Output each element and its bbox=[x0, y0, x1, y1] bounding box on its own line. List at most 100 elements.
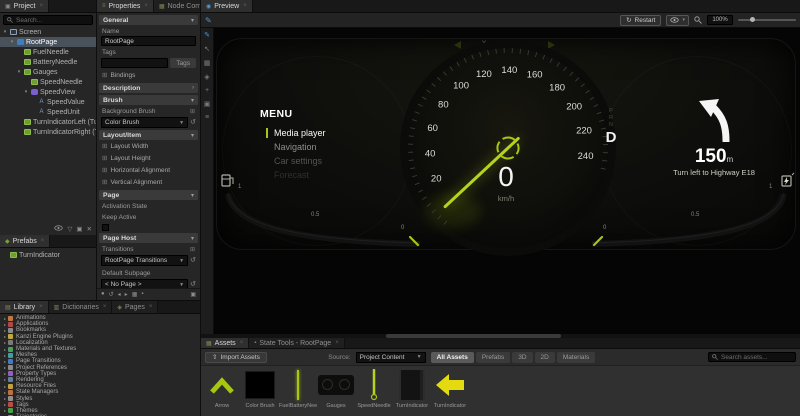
tab-prefabs[interactable]: ◆ Prefabs × bbox=[0, 235, 50, 247]
asset-color-brush[interactable]: Color Brush bbox=[241, 369, 279, 409]
monitor-icon[interactable]: ▣ bbox=[76, 225, 82, 233]
tree-item-turnindicatorright-turnindicator[interactable]: TurnIndicatorRight (TurnIndicator) bbox=[0, 127, 96, 137]
edit-icon[interactable]: ✎ bbox=[204, 31, 210, 39]
import-assets-button[interactable]: ⇧Import Assets bbox=[205, 352, 267, 363]
tree-item-speedunit[interactable]: ASpeedUnit bbox=[0, 107, 96, 117]
layout-row-layout-height[interactable]: ⊞Layout Height bbox=[97, 152, 200, 164]
layout-row-layout-width[interactable]: ⊞Layout Width bbox=[97, 140, 200, 152]
default-subpage-dropdown[interactable]: < No Page >▼ bbox=[101, 279, 188, 288]
zoom-slider-knob[interactable] bbox=[750, 17, 755, 22]
tree-item-speedview[interactable]: ▾SpeedView bbox=[0, 87, 96, 97]
add-binding-icon[interactable]: ⊞ bbox=[102, 166, 107, 174]
tree-item-screen[interactable]: ▾Screen bbox=[0, 27, 96, 37]
close-icon[interactable]: × bbox=[41, 238, 45, 244]
eye-icon[interactable] bbox=[54, 225, 63, 233]
asset-gauges[interactable]: Gauges bbox=[317, 369, 355, 409]
tree-item-fuelneedle[interactable]: FuelNeedle bbox=[0, 47, 96, 57]
close-icon[interactable]: × bbox=[39, 304, 43, 310]
project-search-input[interactable]: Search... bbox=[3, 15, 93, 25]
tree-item-speedneedle[interactable]: SpeedNeedle bbox=[0, 77, 96, 87]
tags-button[interactable]: Tags bbox=[170, 58, 196, 68]
close-icon[interactable]: × bbox=[103, 304, 107, 310]
close-icon[interactable]: × bbox=[243, 3, 247, 9]
filter-icon[interactable]: ▽ bbox=[67, 225, 72, 233]
zoom-slider[interactable] bbox=[738, 19, 796, 21]
filter-materials[interactable]: Materials bbox=[557, 352, 595, 363]
components-icon[interactable]: ◈ bbox=[204, 73, 209, 81]
edit-mode-icon[interactable]: ✎ bbox=[205, 16, 212, 25]
reset-icon[interactable]: ↺ bbox=[190, 119, 196, 126]
expander-icon[interactable]: ▾ bbox=[23, 89, 29, 95]
tab-project[interactable]: ▣ Project × bbox=[0, 0, 49, 12]
close-icon[interactable]: × bbox=[335, 340, 339, 346]
tab-assets[interactable]: ▦Assets× bbox=[201, 338, 249, 348]
tree-item-gauges[interactable]: ▾Gauges bbox=[0, 67, 96, 77]
pin-icon[interactable]: ● bbox=[101, 291, 105, 298]
asset-speedneedle[interactable]: SpeedNeedle bbox=[355, 369, 393, 409]
asset-turnindicator[interactable]: TurnIndicator bbox=[431, 369, 469, 409]
asset-fuelbatteryneedle[interactable]: FuelBatteryNeedle bbox=[279, 369, 317, 409]
forward-icon[interactable]: ▸ bbox=[125, 291, 128, 298]
expand-all-icon[interactable]: ▦ bbox=[132, 291, 138, 298]
source-dropdown[interactable]: Project Content▼ bbox=[356, 352, 426, 363]
tab-state-tools-rootpage[interactable]: ▪State Tools - RootPage× bbox=[249, 338, 345, 348]
section-description[interactable]: Description› bbox=[99, 83, 198, 93]
layout-row-vertical-alignment[interactable]: ⊞Vertical Alignment bbox=[97, 176, 200, 188]
filter-2d[interactable]: 2D bbox=[535, 352, 555, 363]
section-page[interactable]: Page▾ bbox=[99, 190, 198, 200]
close-icon[interactable]: × bbox=[144, 3, 148, 9]
section-brush[interactable]: Brush▾ bbox=[99, 95, 198, 105]
filter-prefabs[interactable]: Prefabs bbox=[476, 352, 510, 363]
expander-icon[interactable]: ▾ bbox=[2, 29, 8, 35]
tab-pages[interactable]: ◈Pages× bbox=[112, 301, 158, 313]
layers-icon[interactable]: ≡ bbox=[205, 114, 209, 121]
preview-canvas[interactable]: ✎↖▦◈+▣≡ Y ᛒ MENU Media playerNavigationC… bbox=[201, 28, 800, 338]
tree-item-batteryneedle[interactable]: BatteryNeedle bbox=[0, 57, 96, 67]
add-binding-icon[interactable]: ⊞ bbox=[190, 108, 195, 115]
asset-arrow[interactable]: Arrow bbox=[203, 369, 241, 409]
tab-properties[interactable]: ≡Properties× bbox=[97, 0, 154, 12]
close-icon[interactable]: × bbox=[39, 3, 43, 9]
expander-icon[interactable]: ▾ bbox=[16, 69, 22, 75]
panel-options-icon[interactable]: ▣ bbox=[190, 291, 196, 298]
filter-all-assets[interactable]: All Assets bbox=[431, 352, 474, 363]
camera-icon[interactable]: ▣ bbox=[204, 100, 211, 108]
layout-row-horizontal-alignment[interactable]: ⊞Horizontal Alignment bbox=[97, 164, 200, 176]
name-field[interactable]: RootPage bbox=[101, 36, 196, 46]
add-binding-icon[interactable]: ⊞ bbox=[102, 178, 107, 186]
section-page-host[interactable]: Page Host▾ bbox=[99, 233, 198, 243]
back-icon[interactable]: ◂ bbox=[118, 291, 121, 298]
restart-button[interactable]: ↻Restart bbox=[620, 15, 661, 26]
tree-item-turnindicator[interactable]: TurnIndicator bbox=[0, 250, 96, 260]
add-icon[interactable]: + bbox=[205, 87, 209, 94]
visibility-button[interactable]: ▾ bbox=[666, 15, 689, 26]
assets-search-input[interactable]: Search assets... bbox=[708, 352, 796, 362]
tab-dictionaries[interactable]: ▥Dictionaries× bbox=[49, 301, 113, 313]
revert-icon[interactable]: ↺ bbox=[109, 291, 114, 298]
tree-item-speedvalue[interactable]: ASpeedValue bbox=[0, 97, 96, 107]
keep-active-checkbox[interactable] bbox=[102, 224, 109, 231]
add-binding-icon[interactable]: ⊞ bbox=[190, 246, 195, 253]
bindings-row[interactable]: ⊞Bindings bbox=[97, 69, 200, 81]
grid-icon[interactable]: ▦ bbox=[204, 59, 211, 67]
reset-icon[interactable]: ↺ bbox=[190, 257, 196, 264]
tab-library[interactable]: ▤Library× bbox=[0, 301, 49, 313]
zoom-level-field[interactable]: 100% bbox=[707, 15, 733, 25]
section-layout[interactable]: Layout/Item▾ bbox=[99, 130, 198, 140]
expander-icon[interactable]: ▾ bbox=[9, 39, 15, 45]
tab-node-components[interactable]: ▦Node Components× bbox=[154, 0, 200, 12]
close-icon[interactable]: × bbox=[149, 304, 153, 310]
asset-turnindicator[interactable]: TurnIndicator bbox=[393, 369, 431, 409]
close-icon[interactable]: ✕ bbox=[87, 225, 92, 233]
cursor-icon[interactable]: ↖ bbox=[204, 45, 210, 53]
lock-icon[interactable]: ▪ bbox=[141, 291, 143, 298]
brush-dropdown[interactable]: Color Brush▼ bbox=[101, 117, 188, 128]
transitions-dropdown[interactable]: RootPage Transitions▼ bbox=[101, 255, 188, 266]
tree-item-rootpage[interactable]: ▾RootPage bbox=[0, 37, 96, 47]
tab-preview[interactable]: ◉ Preview × bbox=[201, 0, 253, 12]
filter-3d[interactable]: 3D bbox=[512, 352, 532, 363]
add-binding-icon[interactable]: ⊞ bbox=[102, 154, 107, 162]
add-binding-icon[interactable]: ⊞ bbox=[102, 142, 107, 150]
close-icon[interactable]: × bbox=[240, 340, 244, 346]
reset-icon[interactable]: ↺ bbox=[190, 281, 196, 288]
